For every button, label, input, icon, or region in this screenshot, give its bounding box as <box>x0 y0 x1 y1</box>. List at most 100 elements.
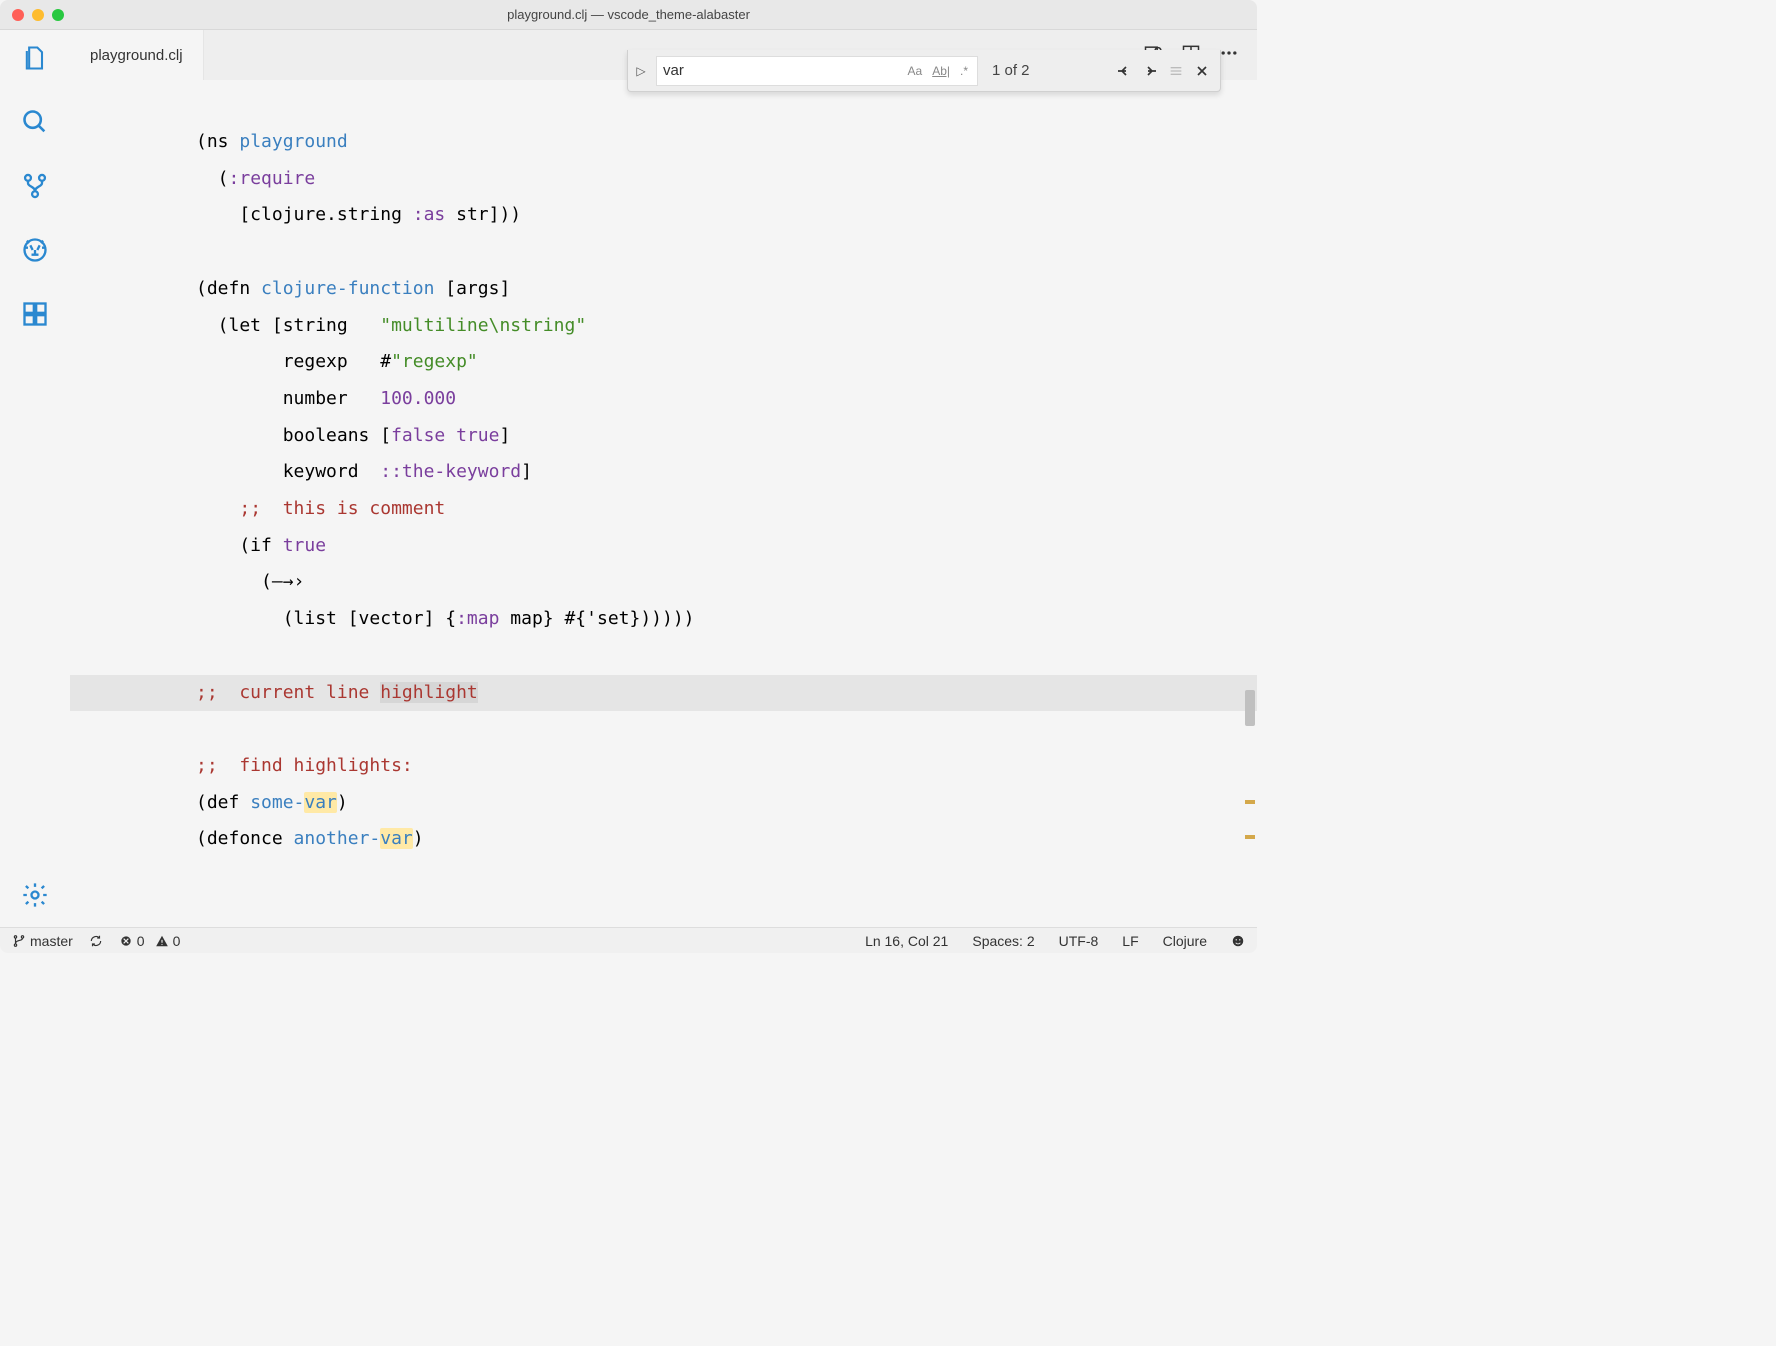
status-encoding[interactable]: UTF-8 <box>1059 933 1099 949</box>
t: ] <box>499 425 510 446</box>
find-in-selection-button[interactable] <box>1168 63 1184 79</box>
t: ( <box>196 571 272 592</box>
t: another- <box>294 828 381 849</box>
t: "multiline <box>380 315 488 336</box>
current-line: ;; current line highlight <box>70 675 1257 712</box>
find-widget: ▷ Aa Ab| .* 1 of 2 <box>627 50 1221 92</box>
t: [args] <box>434 278 510 299</box>
window: playground.clj — vscode_theme-alabaster <box>0 0 1257 953</box>
find-toggle-replace[interactable]: ▷ <box>634 57 648 85</box>
t: str])) <box>445 204 521 225</box>
t: some- <box>250 792 304 813</box>
debug-icon[interactable] <box>21 236 49 264</box>
minimize-window-button[interactable] <box>32 9 44 21</box>
t: highlight <box>380 682 478 703</box>
find-marker <box>1245 800 1255 804</box>
statusbar: master 0 0 Ln 16, Col 21 Spaces: 2 UTF-8… <box>0 927 1257 953</box>
scrollbar-thumb[interactable] <box>1245 690 1255 726</box>
t: 100.000 <box>380 388 456 409</box>
activity-bar <box>0 30 70 927</box>
find-prev-button[interactable] <box>1116 63 1132 79</box>
t: regexp <box>196 351 380 372</box>
code-editor[interactable]: (ns playground (:require [clojure.string… <box>70 80 1257 927</box>
status-language[interactable]: Clojure <box>1163 933 1207 949</box>
status-indentation[interactable]: Spaces: 2 <box>972 933 1034 949</box>
find-close-button[interactable] <box>1194 63 1210 79</box>
more-actions-icon[interactable] <box>1219 43 1239 68</box>
t: false <box>391 425 445 446</box>
find-next-button[interactable] <box>1142 63 1158 79</box>
t: # <box>380 351 391 372</box>
t: [clojure.string <box>196 204 413 225</box>
close-window-button[interactable] <box>12 9 24 21</box>
explorer-icon[interactable] <box>21 44 49 72</box>
source-control-icon[interactable] <box>21 172 49 200</box>
find-case-sensitive[interactable]: Aa <box>905 63 926 79</box>
t: LF <box>1122 933 1138 949</box>
t <box>445 425 456 446</box>
t: Clojure <box>1163 933 1207 949</box>
t: ;; this is comment <box>239 498 445 519</box>
t: (if <box>196 535 283 556</box>
t: :require <box>229 168 316 189</box>
status-feedback-icon[interactable] <box>1231 934 1245 948</box>
t: ( <box>196 168 229 189</box>
traffic-lights <box>0 9 64 21</box>
extensions-icon[interactable] <box>21 300 49 328</box>
t: ;; current line <box>196 682 380 703</box>
find-regex[interactable]: .* <box>957 63 971 79</box>
status-warnings-count: 0 <box>173 933 181 949</box>
t: UTF-8 <box>1059 933 1099 949</box>
t: ) <box>413 828 424 849</box>
editor-area: playground.clj (ns playground (:require <box>70 30 1257 927</box>
t: (ns <box>196 131 239 152</box>
t: map} #{'set}))))) <box>499 608 694 629</box>
status-errors-count: 0 <box>137 933 145 949</box>
status-cursor-position[interactable]: Ln 16, Col 21 <box>865 933 948 949</box>
status-eol[interactable]: LF <box>1122 933 1138 949</box>
t: booleans [ <box>196 425 391 446</box>
status-branch-label: master <box>30 933 73 949</box>
t: keyword <box>196 461 380 482</box>
search-icon[interactable] <box>21 108 49 136</box>
t: (defonce <box>196 828 294 849</box>
t: true <box>283 535 326 556</box>
t: —→› <box>272 571 305 592</box>
t: "regexp" <box>391 351 478 372</box>
t <box>196 498 239 519</box>
tab-active[interactable]: playground.clj <box>70 30 204 80</box>
find-navigation <box>1116 63 1210 79</box>
t: ) <box>337 792 348 813</box>
find-marker <box>1245 835 1255 839</box>
t: Spaces: 2 <box>972 933 1034 949</box>
titlebar: playground.clj — vscode_theme-alabaster <box>0 0 1257 30</box>
t: (let [string <box>196 315 380 336</box>
code-content: (ns playground (:require [clojure.string… <box>70 80 1257 858</box>
tab-filename: playground.clj <box>90 47 183 64</box>
t: string" <box>510 315 586 336</box>
find-whole-word[interactable]: Ab| <box>929 63 953 79</box>
t: \n <box>489 315 511 336</box>
t: clojure-function <box>261 278 434 299</box>
find-input[interactable] <box>663 62 905 79</box>
window-title: playground.clj — vscode_theme-alabaster <box>507 7 750 22</box>
t: ] <box>521 461 532 482</box>
t: (list [vector] { <box>196 608 456 629</box>
main-area: playground.clj (ns playground (:require <box>0 30 1257 927</box>
settings-gear-icon[interactable] <box>21 881 49 909</box>
t: ::the-keyword <box>380 461 521 482</box>
t: :as <box>413 204 446 225</box>
find-options: Aa Ab| .* <box>905 63 972 79</box>
t: (def <box>196 792 250 813</box>
t: ;; find highlights: <box>196 755 413 776</box>
t: true <box>456 425 499 446</box>
t: number <box>196 388 380 409</box>
t: :map <box>456 608 499 629</box>
status-git-branch[interactable]: master <box>12 933 73 949</box>
status-problems[interactable]: 0 0 <box>119 933 181 949</box>
t: playground <box>239 131 347 152</box>
maximize-window-button[interactable] <box>52 9 64 21</box>
find-match: var <box>304 792 337 813</box>
status-sync[interactable] <box>89 934 103 948</box>
find-result-count: 1 of 2 <box>992 62 1030 79</box>
